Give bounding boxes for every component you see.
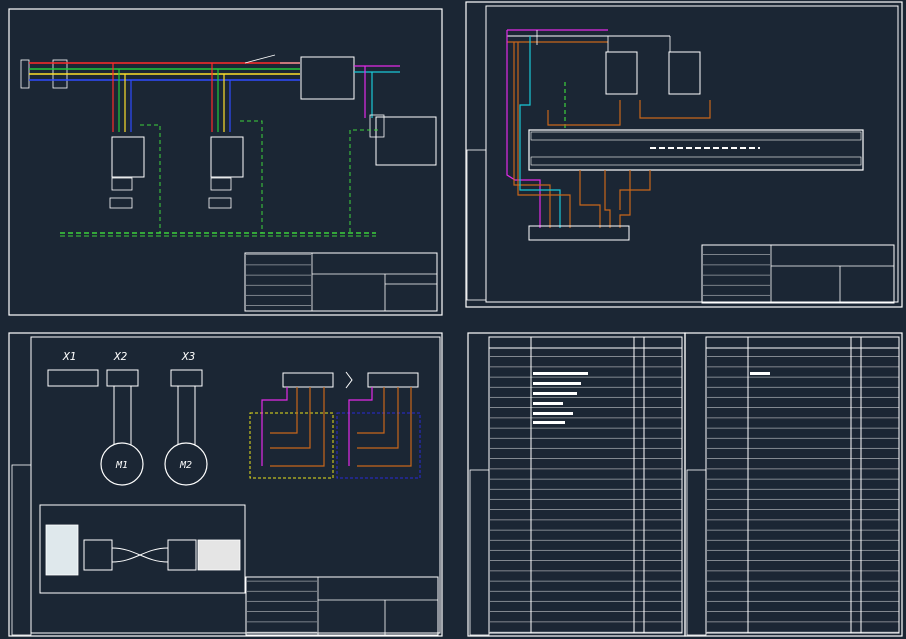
connector-x1-label: X1 [62,350,76,363]
parts-table-rows [490,348,682,633]
motor-branch-1 [109,63,161,233]
connector-x2 [106,369,139,387]
motor-branch-2 [208,63,263,233]
connector-x2-label: X2 [113,350,128,363]
controller-photo [45,524,79,576]
parts-table-rows [707,348,899,633]
sheet-frame [8,332,443,637]
sheet-frame [8,8,443,316]
sheet-power-schematic [8,8,443,316]
drawing-sheets-canvas: X1 X2 X3 M1 M2 [8,1,903,637]
motor-m1-label: M1 [115,460,128,471]
supply-terminal [369,114,385,138]
power-supply-box [300,56,355,100]
sheet-controller-wiring [465,1,903,308]
output-terminal-block [528,225,630,241]
interface-photo [197,539,241,571]
relay-module-1 [605,51,638,95]
drive-1-box [111,136,145,178]
sheet-parts-list-1 [467,332,686,637]
motor-m2-label: M2 [179,460,192,471]
sheet-connection-diagram: X1 X2 X3 M1 M2 [8,332,443,637]
controller-box [375,116,437,166]
connector-x3-label: X3 [181,350,195,363]
plc-controller [528,129,864,171]
relay-module-2 [668,51,701,95]
input-terminal-block [20,59,30,89]
control-station-terminal-2 [367,372,419,388]
drive-2-box [210,136,244,178]
sheet-frame [465,1,903,308]
connector-x1 [47,369,99,387]
sheet-parts-list-2 [684,332,903,637]
connector-x3 [170,369,203,387]
control-station-terminal-1 [282,372,334,388]
